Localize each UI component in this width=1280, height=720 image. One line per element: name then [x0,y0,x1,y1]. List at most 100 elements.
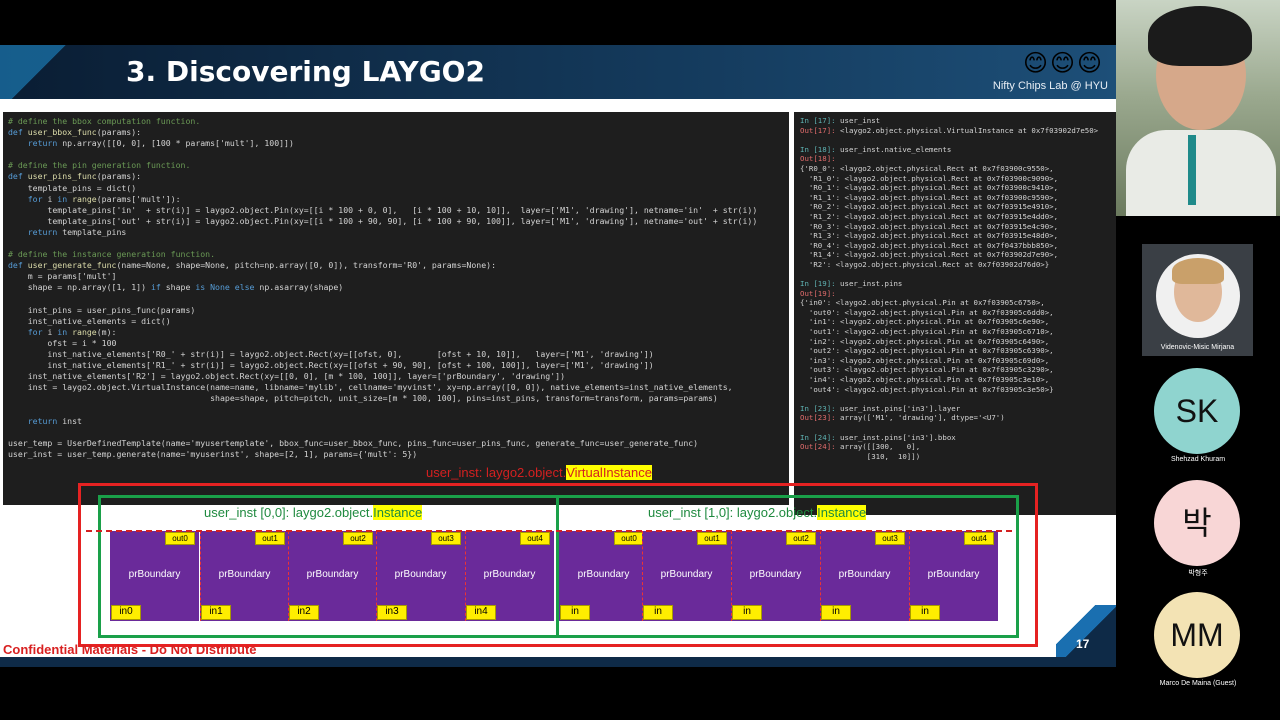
code-line: 'R0_2': <laygo2.object.physical.Rect at … [800,202,1110,212]
code-token: user_bbox_func [27,127,97,138]
code-token: (params): [96,171,142,182]
presenter-video-tile[interactable] [1116,0,1280,216]
code-token: inst = laygo2.object.VirtualInstance(nam… [8,382,733,393]
code-line: return np.array([[0, 0], [100 * params['… [8,138,784,149]
code-line: 'R0_1': <laygo2.object.physical.Rect at … [800,183,1110,193]
in-pin: in4 [466,605,496,620]
code-token: user_pins_func [27,171,97,182]
code-token: return [27,226,63,237]
participant-hair [1172,258,1224,284]
out-pin: out1 [697,532,727,545]
code-token: 'R0_4': <laygo2.object.physical.Rect at … [800,240,1059,250]
code-token: return [27,415,63,426]
in-pin: in1 [201,605,231,620]
code-line: [310, 10]]) [800,452,1110,462]
presenter-shirt [1126,130,1276,216]
in-pin: in0 [111,605,141,620]
code-token: user_inst.native_elements [840,144,952,154]
code-line: inst_native_elements = dict() [8,316,784,327]
cell-divider [200,531,201,621]
cell-label: prBoundary [660,569,713,580]
code-token: 'R0_3': <laygo2.object.physical.Rect at … [800,221,1059,231]
cell-divider [642,531,643,621]
code-line: user_temp = UserDefinedTemplate(name='my… [8,438,784,449]
code-token: {'R0_0': <laygo2.object.physical.Rect at… [800,163,1054,173]
code-line: # define the instance generation functio… [8,249,784,260]
code-token: 'R0_2': <laygo2.object.physical.Rect at … [800,202,1059,212]
participant-avatar[interactable]: MM [1154,592,1240,678]
lab-name: Nifty Chips Lab @ HYU [992,80,1108,92]
code-token: In [24]: [800,432,841,442]
code-token: 'out1': <laygo2.object.physical.Pin at 0… [800,327,1054,337]
code-token: user_inst.pins['in3'].layer [840,403,961,413]
page-number: 17 [1076,637,1090,651]
code-line: 'out0': <laygo2.object.physical.Pin at 0… [800,308,1110,318]
code-line: # define the bbox computation function. [8,116,784,127]
code-line: shape = np.array([1, 1]) if shape is Non… [8,282,784,293]
code-line: inst_native_elements['R1_' + str(i)] = l… [8,360,784,371]
code-token: ofst = i * 100 [8,337,117,348]
code-line: template_pins['out' + str(i)] = laygo2.o… [8,216,784,227]
code-line: inst_pins = user_pins_func(params) [8,305,784,316]
code-line: 'R1_2': <laygo2.object.physical.Rect at … [800,212,1110,222]
code-token: inst_native_elements['R0_' + str(i)] = l… [8,348,654,359]
code-token: user_inst.pins [840,279,903,289]
code-token: inst_native_elements = dict() [8,315,171,326]
code-token: user_temp = UserDefinedTemplate(name='my… [8,437,699,448]
out-pin: out1 [255,532,285,545]
code-line: In [24]: user_inst.pins['in3'].bbox [800,433,1110,443]
code-token: np.asarray(shape) [259,282,344,293]
code-line: Out[18]: [800,154,1110,164]
code-token: inst_pins = user_pins_func(params) [8,304,196,315]
participant-video-tile-mirjana[interactable]: Videnovic-Misic Mirjana [1142,244,1253,356]
code-line: In [17]: user_inst [800,116,1110,126]
code-line: def user_bbox_func(params): [8,127,784,138]
smiley-emojis: 😊😊😊 [1022,49,1104,77]
participant-name: Shehzad Khuram [1170,456,1226,463]
code-token: 'R1_2': <laygo2.object.physical.Rect at … [800,211,1059,221]
virtual-instance-label: user_inst: laygo2.object.VirtualInstance [426,465,652,480]
participant-avatar[interactable]: SK [1154,368,1240,454]
code-line: inst_native_elements['R2'] = laygo2.obje… [8,371,784,382]
cell-label: prBoundary [838,569,891,580]
code-line: In [19]: user_inst.pins [800,279,1110,289]
cell-divider [465,531,466,621]
code-token: Out[24]: [800,442,841,452]
out-pin: out4 [964,532,994,545]
code-line: # define the pin generation function. [8,160,784,171]
code-token: inst_native_elements['R1_' + str(i)] = l… [8,360,654,371]
code-token: in [57,326,73,337]
code-token: In [17]: [800,116,841,125]
code-line: m = params['mult'] [8,271,784,282]
participant-name: Videnovic-Misic Mirjana [1160,344,1235,351]
code-line: 'out2': <laygo2.object.physical.Pin at 0… [800,346,1110,356]
code-token: template_pins['in' + str(i)] = laygo2.ob… [8,204,758,215]
code-line: return template_pins [8,227,784,238]
code-token: 'out0': <laygo2.object.physical.Pin at 0… [800,307,1054,317]
cell-label: prBoundary [927,569,980,580]
in-pin: in [910,605,940,620]
code-line: Out[19]: [800,289,1110,299]
code-token: m = params['mult'] [8,271,117,282]
in-pin: in [643,605,673,620]
in-pin: in [821,605,851,620]
cell-label: prBoundary [306,569,359,580]
code-line: return inst [8,416,784,427]
code-token: def [8,260,28,271]
slide-bottom-bar [0,657,1116,667]
participant-panel: Videnovic-Misic Mirjana SK Shehzad Khuram… [1116,0,1280,720]
code-token: def [8,127,28,138]
code-token: In [19]: [800,279,841,289]
code-token: shape = np.array([1, 1]) [8,282,151,293]
code-token: 'in4': <laygo2.object.physical.Pin at 0x… [800,375,1050,385]
in-pin: in3 [377,605,407,620]
participant-avatar[interactable]: 박 [1154,480,1240,566]
code-token: template_pins['out' + str(i)] = laygo2.o… [8,215,758,226]
in-pin: in [732,605,762,620]
code-token: Out[23]: [800,413,841,423]
cell-divider [731,531,732,621]
participant-name: Marco De Maina (Guest) [1159,680,1237,687]
code-token: 'R0_1': <laygo2.object.physical.Rect at … [800,183,1059,193]
